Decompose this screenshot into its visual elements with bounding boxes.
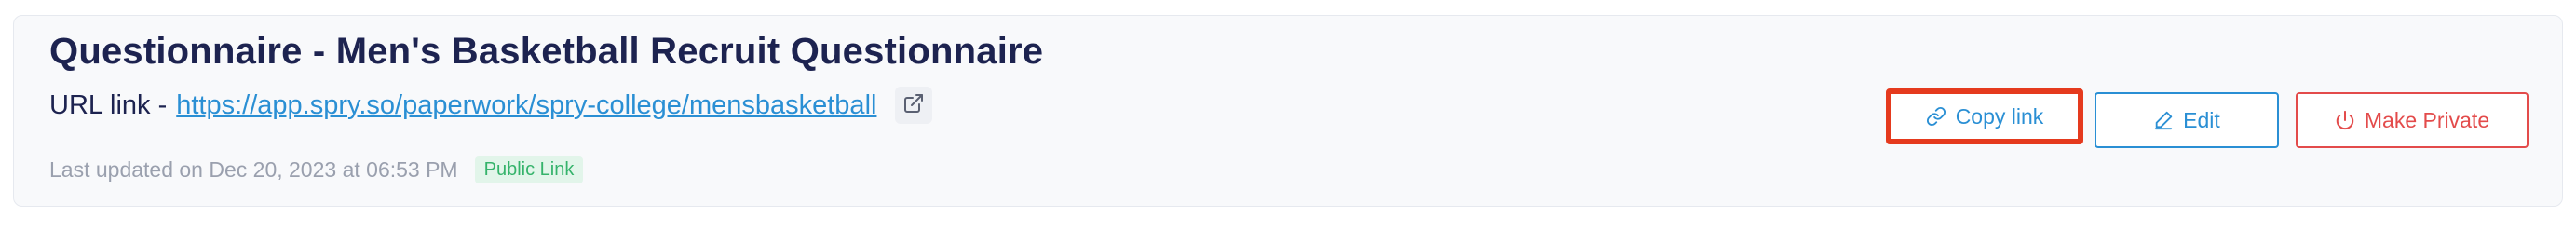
power-icon — [2335, 110, 2355, 130]
pencil-icon — [2153, 110, 2174, 130]
public-link-badge: Public Link — [474, 156, 584, 183]
meta-row: Last updated on Dec 20, 2023 at 06:53 PM… — [49, 156, 584, 183]
make-private-label: Make Private — [2364, 107, 2490, 132]
open-external-button[interactable] — [895, 87, 933, 124]
last-updated-text: Last updated on Dec 20, 2023 at 06:53 PM — [49, 156, 458, 182]
copy-link-label: Copy link — [1955, 103, 2044, 129]
page-title: Questionnaire - Men's Basketball Recruit… — [49, 31, 1044, 72]
link-icon — [1926, 106, 1946, 127]
make-private-button[interactable]: Make Private — [2296, 92, 2529, 148]
questionnaire-url-link[interactable]: https://app.spry.so/paperwork/spry-colle… — [176, 90, 876, 121]
questionnaire-header-card: Questionnaire - Men's Basketball Recruit… — [13, 15, 2563, 207]
copy-link-button[interactable]: Copy link — [1886, 88, 2083, 144]
edit-label: Edit — [2183, 107, 2220, 132]
url-label: URL link - — [49, 89, 168, 120]
edit-button[interactable]: Edit — [2095, 92, 2279, 148]
external-link-icon — [902, 92, 925, 119]
url-row: URL link - https://app.spry.so/paperwork… — [49, 87, 933, 124]
